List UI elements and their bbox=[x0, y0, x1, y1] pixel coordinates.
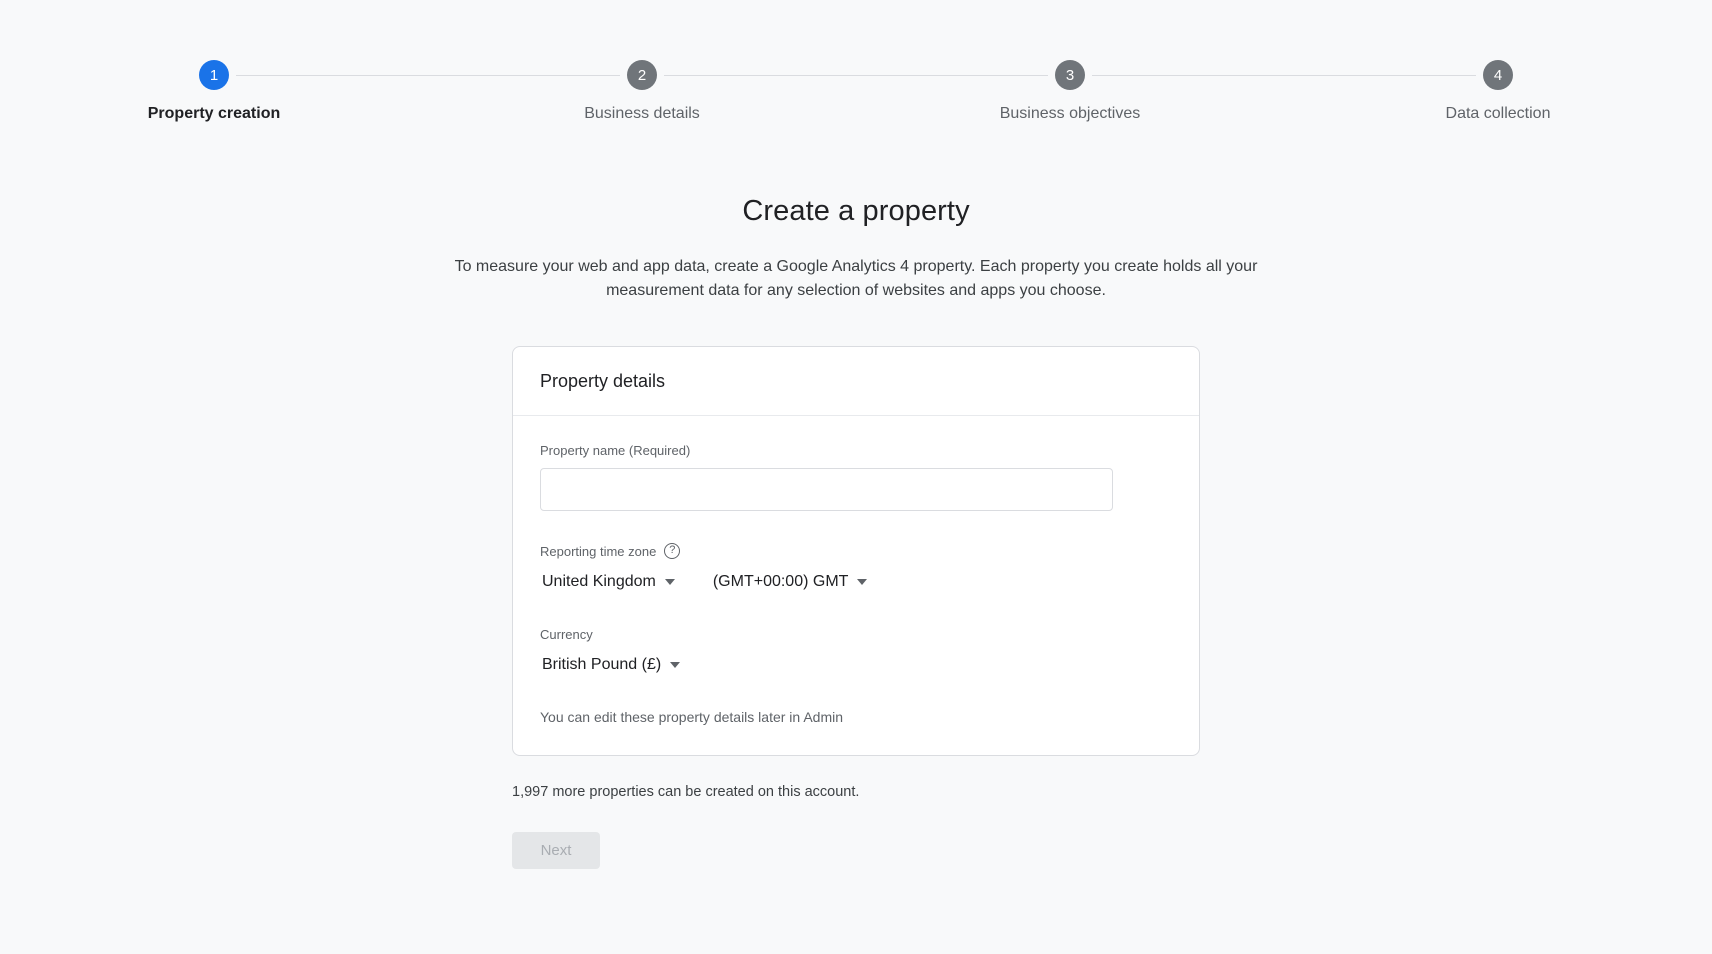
step-label-1: Property creation bbox=[147, 105, 281, 122]
step-business-details[interactable]: 2 Business details bbox=[236, 60, 856, 123]
step-label-2: Business details bbox=[584, 105, 700, 122]
reporting-time-zone-field-group: Reporting time zone ? United Kingdom (GM… bbox=[540, 543, 1172, 595]
step-number-badge-4: 4 bbox=[1483, 60, 1513, 90]
chevron-down-icon bbox=[670, 662, 681, 668]
step-property-creation[interactable]: 1 Property creation bbox=[0, 60, 428, 123]
time-zone-country-value: United Kingdom bbox=[542, 573, 656, 590]
step-business-objectives[interactable]: 3 Business objectives bbox=[664, 60, 1284, 123]
page-description: To measure your web and app data, create… bbox=[454, 258, 1258, 299]
currency-value: British Pound (£) bbox=[542, 656, 662, 673]
card-body: Property name (Required) Reporting time … bbox=[513, 416, 1199, 755]
step-data-collection[interactable]: 4 Data collection bbox=[1092, 60, 1712, 123]
step-label-4: Data collection bbox=[1445, 105, 1551, 122]
edit-later-hint: You can edit these property details late… bbox=[540, 709, 844, 725]
property-name-field-group: Property name (Required) bbox=[540, 443, 1172, 511]
property-quota-text: 1,997 more properties can be created on … bbox=[512, 784, 860, 800]
chevron-down-icon bbox=[664, 579, 675, 585]
currency-field-group: Currency British Pound (£) bbox=[540, 627, 1172, 678]
property-name-input[interactable] bbox=[540, 468, 1113, 511]
help-circle-icon[interactable]: ? bbox=[664, 543, 681, 559]
step-label-3: Business objectives bbox=[999, 105, 1141, 122]
time-zone-offset-select[interactable]: (GMT+00:00) GMT bbox=[711, 569, 870, 595]
next-button[interactable]: Next bbox=[512, 832, 600, 869]
create-property-page: 1 Property creation 2 Business details 3… bbox=[0, 0, 1712, 954]
step-number-badge-1: 1 bbox=[199, 60, 229, 90]
card-header-title: Property details bbox=[513, 347, 1199, 416]
time-zone-offset-value: (GMT+00:00) GMT bbox=[712, 573, 849, 590]
page-title: Create a property bbox=[742, 195, 970, 227]
step-number-badge-2: 2 bbox=[627, 60, 657, 90]
stepper-track: 1 Property creation 2 Business details 3… bbox=[0, 60, 1712, 123]
card-footer-area: 1,997 more properties can be created on … bbox=[512, 784, 1200, 869]
time-zone-country-select[interactable]: United Kingdom bbox=[540, 569, 677, 595]
wizard-stepper: 1 Property creation 2 Business details 3… bbox=[0, 0, 1712, 150]
reporting-time-zone-label: Reporting time zone ? bbox=[540, 543, 1172, 559]
currency-select[interactable]: British Pound (£) bbox=[540, 652, 682, 678]
step-number-badge-3: 3 bbox=[1055, 60, 1085, 90]
property-details-card: Property details Property name (Required… bbox=[512, 346, 1200, 756]
property-name-label: Property name (Required) bbox=[540, 443, 691, 458]
currency-label: Currency bbox=[540, 627, 593, 642]
currency-select-row: British Pound (£) bbox=[540, 652, 1172, 678]
chevron-down-icon bbox=[857, 579, 868, 585]
main-content: Create a property To measure your web an… bbox=[0, 195, 1712, 869]
reporting-time-zone-label-text: Reporting time zone bbox=[540, 543, 657, 559]
time-zone-selects-row: United Kingdom (GMT+00:00) GMT bbox=[540, 569, 1172, 595]
